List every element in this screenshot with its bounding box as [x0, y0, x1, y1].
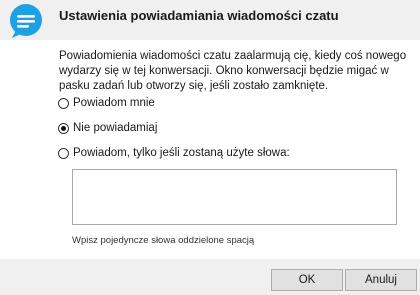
- ok-button[interactable]: OK: [271, 269, 343, 291]
- radio-do-not-notify[interactable]: [58, 122, 69, 134]
- radio-notify-on-words[interactable]: [58, 147, 69, 159]
- keywords-hint: Wpisz pojedyncze słowa oddzielone spacją: [72, 235, 255, 246]
- dialog-title: Ustawienia powiadamiania wiadomości czat…: [59, 8, 339, 23]
- option-notify-on-words-label: Powiadom, tylko jeśli zostaną użyte słow…: [73, 147, 290, 159]
- option-notify-me-label: Powiadom mnie: [73, 97, 155, 109]
- option-do-not-notify[interactable]: Nie powiadamiaj: [58, 121, 157, 135]
- keywords-input[interactable]: [72, 169, 397, 225]
- cancel-button[interactable]: Anuluj: [345, 269, 417, 291]
- dialog-description: Powiadomienia wiadomości czatu zaalarmuj…: [59, 50, 407, 92]
- option-notify-on-words[interactable]: Powiadom, tylko jeśli zostaną użyte słow…: [58, 146, 290, 160]
- chat-bubble-icon: [10, 4, 42, 38]
- option-notify-me[interactable]: Powiadom mnie: [58, 96, 155, 110]
- option-do-not-notify-label: Nie powiadamiaj: [73, 122, 158, 134]
- radio-notify-me[interactable]: [58, 97, 69, 109]
